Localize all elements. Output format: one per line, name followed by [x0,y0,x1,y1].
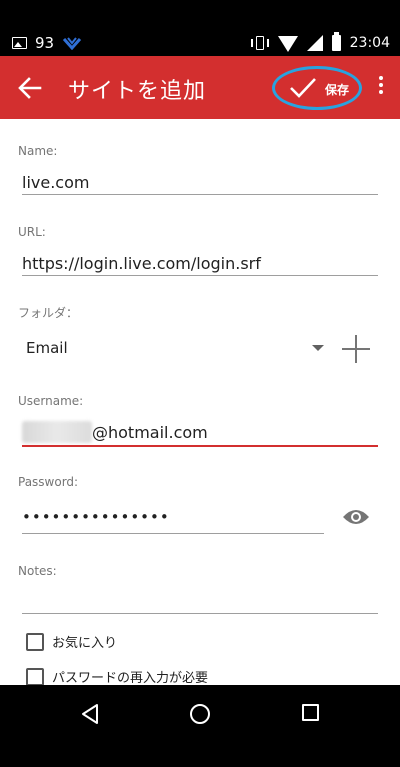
password-field[interactable]: ••••••••••••••• [22,508,170,526]
reprompt-row[interactable]: パスワードの再入力が必要 [26,667,208,685]
folder-select[interactable]: Email [26,339,68,357]
save-label: 保存 [325,83,350,97]
status-bar: 93 23:04 [0,0,400,56]
reprompt-label: パスワードの再入力が必要 [52,671,209,685]
username-label: Username: [18,394,84,408]
name-field[interactable]: live.com [22,173,89,192]
add-folder-plus-icon[interactable] [342,335,370,363]
checkmark-icon [290,78,316,98]
add-site-form: Name: live.com URL: https://login.live.c… [0,119,400,685]
clock: 23:04 [349,35,390,51]
url-field[interactable]: https://login.live.com/login.srf [22,254,261,273]
username-underline [22,445,378,447]
name-underline [22,194,378,195]
signal-icon [306,35,323,51]
save-button[interactable]: 保存 [272,66,362,110]
folder-label: フォルダ： [18,306,79,320]
page-title: サイトを追加 [68,79,207,104]
name-label: Name: [18,144,58,158]
username-field[interactable]: @hotmail.com [92,423,208,442]
notes-label: Notes: [18,564,57,578]
url-underline [22,275,378,276]
vibrate-icon [250,36,269,50]
app-bar: サイトを追加 保存 [0,56,400,119]
wifi-icon [277,36,298,52]
recents-square-icon[interactable] [302,704,319,721]
password-underline [22,533,324,534]
navigation-bar [0,685,400,767]
image-icon [12,37,27,49]
back-arrow-icon[interactable] [16,74,44,102]
reprompt-checkbox[interactable] [26,667,44,685]
show-password-eye-icon[interactable] [342,507,370,527]
battery-icon [331,32,341,51]
url-label: URL: [18,225,46,239]
brand-icon [62,37,82,50]
password-label: Password: [18,475,79,489]
favorite-checkbox[interactable] [26,632,44,651]
home-circle-icon[interactable] [190,704,210,724]
back-triangle-icon[interactable] [80,703,100,725]
notification-count: 93 [35,34,55,52]
blurred-username [22,421,92,443]
dropdown-arrow-icon[interactable] [312,345,324,351]
favorite-row[interactable]: お気に入り [26,632,117,651]
notes-underline [22,613,378,614]
favorite-label: お気に入り [52,636,118,651]
overflow-menu-icon[interactable] [378,76,384,98]
